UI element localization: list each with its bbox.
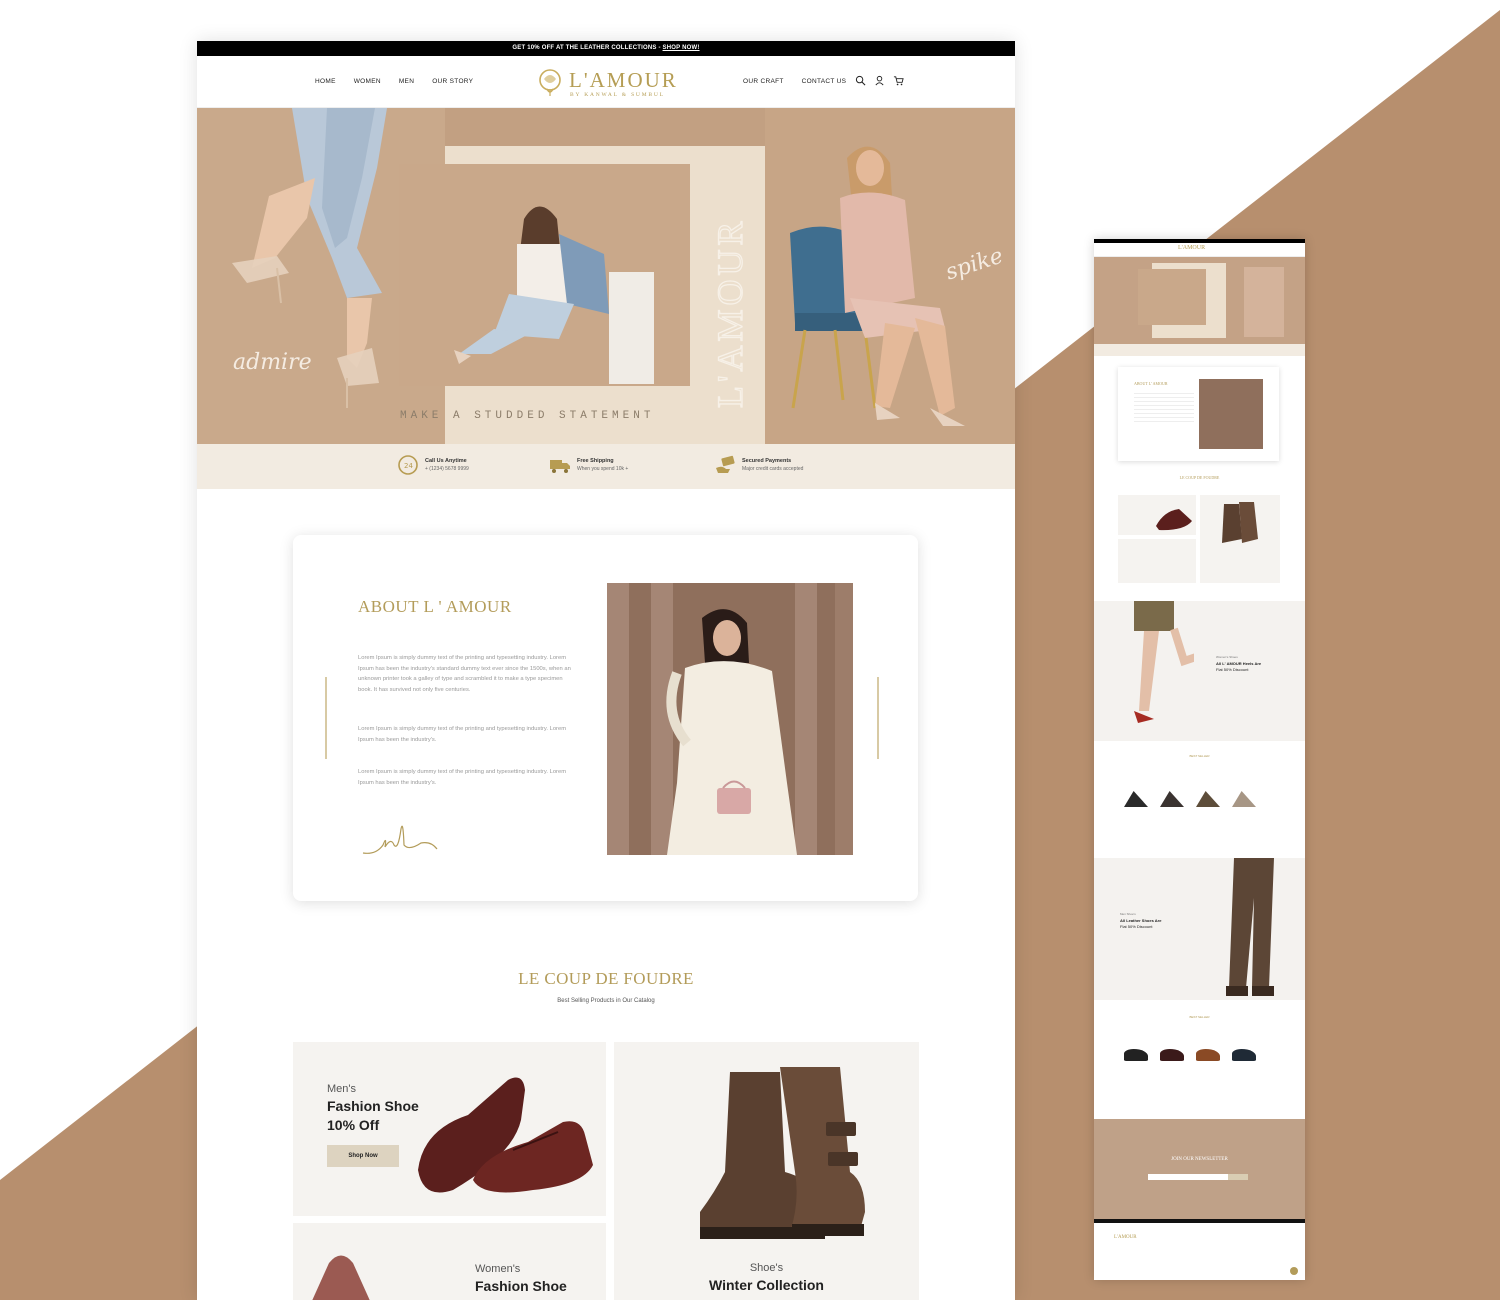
nav-women[interactable]: WOMEN bbox=[354, 78, 381, 85]
mini-scroll-top-button[interactable] bbox=[1290, 1267, 1298, 1275]
desktop-page-mockup: GET 10% OFF AT THE LEATHER COLLECTIONS -… bbox=[197, 41, 1015, 1300]
mini-heels-row bbox=[1124, 787, 1256, 807]
full-page-mockup: L'AMOUR ABOUT L' AMOUR LE COUP DE FOUDRE… bbox=[1094, 239, 1305, 1280]
mini-newsletter-title: JOIN OUR NEWSLETTER bbox=[1171, 1157, 1228, 1162]
user-icon[interactable] bbox=[874, 75, 885, 86]
mini-women-promo: Women's Shoes All L' AMOUR Heels Are Fla… bbox=[1094, 601, 1305, 741]
about-left-divider bbox=[325, 677, 327, 759]
feature-payments-title: Secured Payments bbox=[742, 458, 792, 464]
mini-footer-brand: L'AMOUR bbox=[1114, 1235, 1137, 1240]
cart-icon[interactable] bbox=[893, 75, 904, 86]
brand-name: L'AMOUR bbox=[569, 68, 678, 92]
about-paragraph-3: Lorem Ipsum is simply dummy text of the … bbox=[358, 769, 567, 786]
nav-left: HOME WOMEN MEN OUR STORY bbox=[315, 78, 473, 85]
svg-text:L'AMOUR: L'AMOUR bbox=[710, 218, 750, 409]
mini-men-big1: All Leather Shoes Are bbox=[1120, 918, 1162, 923]
hero-right-panel: spike bbox=[765, 108, 1015, 444]
mini-women-big2: Flat 50% Discount bbox=[1216, 667, 1249, 672]
product-card-winter[interactable]: Shoe's Winter Collection bbox=[614, 1042, 919, 1300]
mini-coup-title: LE COUP DE FOUDRE bbox=[1179, 475, 1220, 480]
signature-graphic bbox=[362, 825, 438, 854]
product-womens-name: Fashion Shoe bbox=[475, 1278, 567, 1294]
mini-features bbox=[1094, 344, 1305, 356]
features-strip: 24 Call Us Anytime + (1234) 5678 9999 Fr… bbox=[197, 444, 1015, 489]
hand-card-icon bbox=[716, 455, 735, 473]
hero-banner: admire L'AMOUR spike MAKE A STUDDED STAT… bbox=[197, 108, 1015, 444]
mini-about-card: ABOUT L' AMOUR bbox=[1118, 367, 1279, 461]
rose-logo-icon bbox=[539, 69, 561, 96]
mini-header: L'AMOUR bbox=[1094, 243, 1305, 257]
about-paragraph-1: Lorem Ipsum is simply dummy text of the … bbox=[358, 655, 571, 693]
mini-best-seller-1: BEST SELLER bbox=[1189, 754, 1210, 758]
product-mens-name: Fashion Shoe bbox=[327, 1098, 419, 1114]
promo-text: GET 10% OFF AT THE LEATHER COLLECTIONS - bbox=[512, 45, 661, 51]
catalog-subtitle: Best Selling Products in Our Catalog bbox=[557, 998, 655, 1004]
hero-center-photo bbox=[399, 164, 690, 386]
mini-newsletter-button[interactable] bbox=[1228, 1174, 1248, 1180]
promo-shop-now-link[interactable]: SHOP NOW! bbox=[663, 45, 700, 51]
mini-men-promo: Men Shoe's All Leather Shoes Are Flat 50… bbox=[1094, 858, 1305, 1000]
feature-shipping-title: Free Shipping bbox=[577, 458, 614, 464]
nav-our-craft[interactable]: OUR CRAFT bbox=[743, 78, 784, 85]
nav-right: OUR CRAFT CONTACT US bbox=[743, 78, 846, 85]
product-card-mens[interactable]: Men's Fashion Shoe 10% Off Shop Now bbox=[293, 1042, 606, 1216]
product-mens-text: Men's Fashion Shoe 10% Off Shop Now bbox=[327, 1083, 419, 1167]
winter-boots-image bbox=[700, 1067, 865, 1239]
feature-payments: Secured Payments Major credit cards acce… bbox=[714, 454, 803, 476]
phone-24-icon: 24 bbox=[398, 455, 418, 475]
mini-newsletter: JOIN OUR NEWSLETTER bbox=[1094, 1119, 1305, 1219]
svg-text:24: 24 bbox=[404, 462, 413, 470]
feature-call: 24 Call Us Anytime + (1234) 5678 9999 bbox=[397, 454, 469, 476]
site-header: HOME WOMEN MEN OUR STORY L'AMOUR BY KANW… bbox=[197, 56, 1015, 108]
product-winter-text: Shoe's Winter Collection bbox=[614, 1262, 919, 1293]
nav-contact-us[interactable]: CONTACT US bbox=[802, 78, 847, 85]
mini-mens-shoe bbox=[1156, 509, 1192, 531]
feature-shipping-sub: When you spend 10k + bbox=[577, 466, 629, 472]
nav-home[interactable]: HOME bbox=[315, 78, 336, 85]
product-mens-category: Men's bbox=[327, 1083, 356, 1095]
feature-call-title: Call Us Anytime bbox=[425, 458, 467, 464]
mini-women-small: Women's Shoes bbox=[1216, 655, 1238, 659]
mini-mens-shoes-row bbox=[1124, 1049, 1256, 1061]
mens-oxford-shoe-image bbox=[418, 1077, 593, 1193]
mini-men-big2: Flat 50% Discount bbox=[1120, 924, 1153, 929]
mini-newsletter-input[interactable] bbox=[1148, 1174, 1228, 1180]
about-title: ABOUT L ' AMOUR bbox=[358, 597, 512, 616]
feature-shipping: Free Shipping When you spend 10k + bbox=[549, 454, 628, 476]
about-photo bbox=[607, 583, 853, 855]
womens-heel-image bbox=[312, 1255, 370, 1300]
feature-call-sub: + (1234) 5678 9999 bbox=[425, 466, 469, 472]
hero-tagline: MAKE A STUDDED STATEMENT bbox=[400, 410, 655, 422]
catalog-title: LE COUP DE FOUDRE bbox=[518, 969, 694, 988]
truck-icon bbox=[550, 460, 570, 473]
product-card-womens[interactable]: Women's Fashion Shoe bbox=[293, 1223, 606, 1300]
hero-vertical-brand: L'AMOUR bbox=[709, 217, 750, 409]
about-paragraph-2: Lorem Ipsum is simply dummy text of the … bbox=[358, 726, 567, 743]
nav-our-story[interactable]: OUR STORY bbox=[432, 78, 473, 85]
mini-men-small: Men Shoe's bbox=[1120, 912, 1136, 916]
mini-best-seller-2: BEST SELLER bbox=[1189, 1015, 1210, 1019]
product-womens-text: Women's Fashion Shoe bbox=[475, 1263, 567, 1294]
mini-about-title: ABOUT L' AMOUR bbox=[1134, 381, 1168, 386]
nav-men[interactable]: MEN bbox=[399, 78, 414, 85]
product-mens-offer: 10% Off bbox=[327, 1117, 380, 1133]
search-icon[interactable] bbox=[855, 75, 866, 86]
product-winter-name: Winter Collection bbox=[709, 1277, 824, 1293]
mini-brand: L'AMOUR bbox=[1178, 245, 1206, 251]
feature-payments-sub: Major credit cards accepted bbox=[742, 466, 804, 472]
header-icons bbox=[855, 75, 904, 86]
script-admire: admire bbox=[233, 350, 312, 375]
brand-subtitle: BY KANWAL & SUMBUL bbox=[570, 92, 665, 98]
promo-bar: GET 10% OFF AT THE LEATHER COLLECTIONS -… bbox=[197, 41, 1015, 56]
brand-logo[interactable]: L'AMOUR BY KANWAL & SUMBUL bbox=[535, 64, 680, 102]
about-card: ABOUT L ' AMOUR Lorem Ipsum is simply du… bbox=[293, 535, 918, 901]
about-right-divider bbox=[877, 677, 879, 759]
shop-now-button[interactable]: Shop Now bbox=[327, 1145, 399, 1167]
product-winter-category: Shoe's bbox=[749, 1262, 784, 1274]
mini-boots bbox=[1222, 502, 1258, 543]
mini-hero bbox=[1094, 257, 1305, 344]
mini-women-big1: All L' AMOUR Heels Are bbox=[1216, 661, 1262, 666]
product-womens-category: Women's bbox=[475, 1263, 521, 1275]
